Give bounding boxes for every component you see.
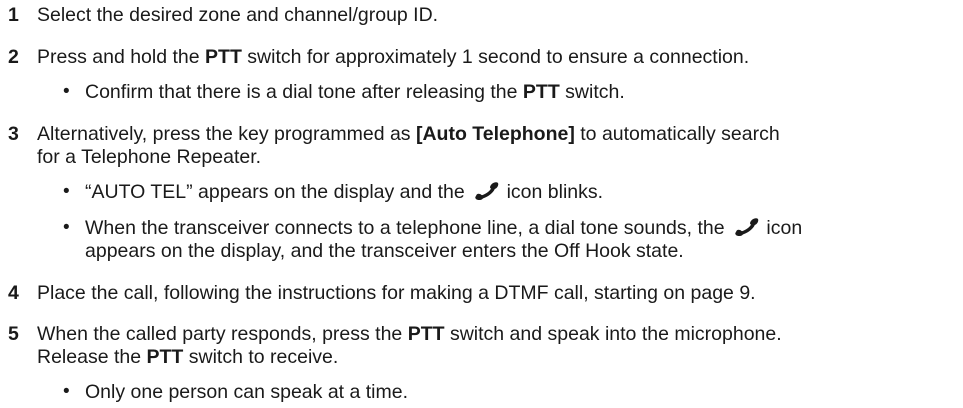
step-text: Release the PTT switch to receive.: [37, 346, 339, 368]
bullet-marker: •: [63, 181, 70, 202]
bullet-text: Only one person can speak at a time.: [85, 381, 409, 403]
step-number: 4: [8, 282, 19, 304]
step-number: 1: [8, 4, 19, 26]
bullet-text: “AUTO TEL” appears on the display and th…: [85, 181, 604, 203]
instruction-page: 1 Select the desired zone and channel/gr…: [0, 0, 963, 408]
telephone-handset-icon: [733, 217, 759, 237]
telephone-handset-icon: [473, 181, 499, 201]
step-number: 5: [8, 323, 19, 345]
bullet-text: When the transceiver connects to a telep…: [85, 217, 803, 239]
step-text: for a Telephone Repeater.: [37, 146, 262, 168]
step-number: 2: [8, 46, 19, 68]
bullet-text: Confirm that there is a dial tone after …: [85, 81, 625, 103]
step-text: Select the desired zone and channel/grou…: [37, 4, 439, 26]
bullet-marker: •: [63, 217, 70, 238]
bullet-marker: •: [63, 81, 70, 102]
step-text: Place the call, following the instructio…: [37, 282, 756, 304]
step-text: Alternatively, press the key programmed …: [37, 123, 780, 145]
bullet-marker: •: [63, 381, 70, 402]
step-text: Press and hold the PTT switch for approx…: [37, 46, 750, 68]
step-text: When the called party responds, press th…: [37, 323, 782, 345]
step-number: 3: [8, 123, 19, 145]
bullet-text: appears on the display, and the transcei…: [85, 240, 684, 262]
